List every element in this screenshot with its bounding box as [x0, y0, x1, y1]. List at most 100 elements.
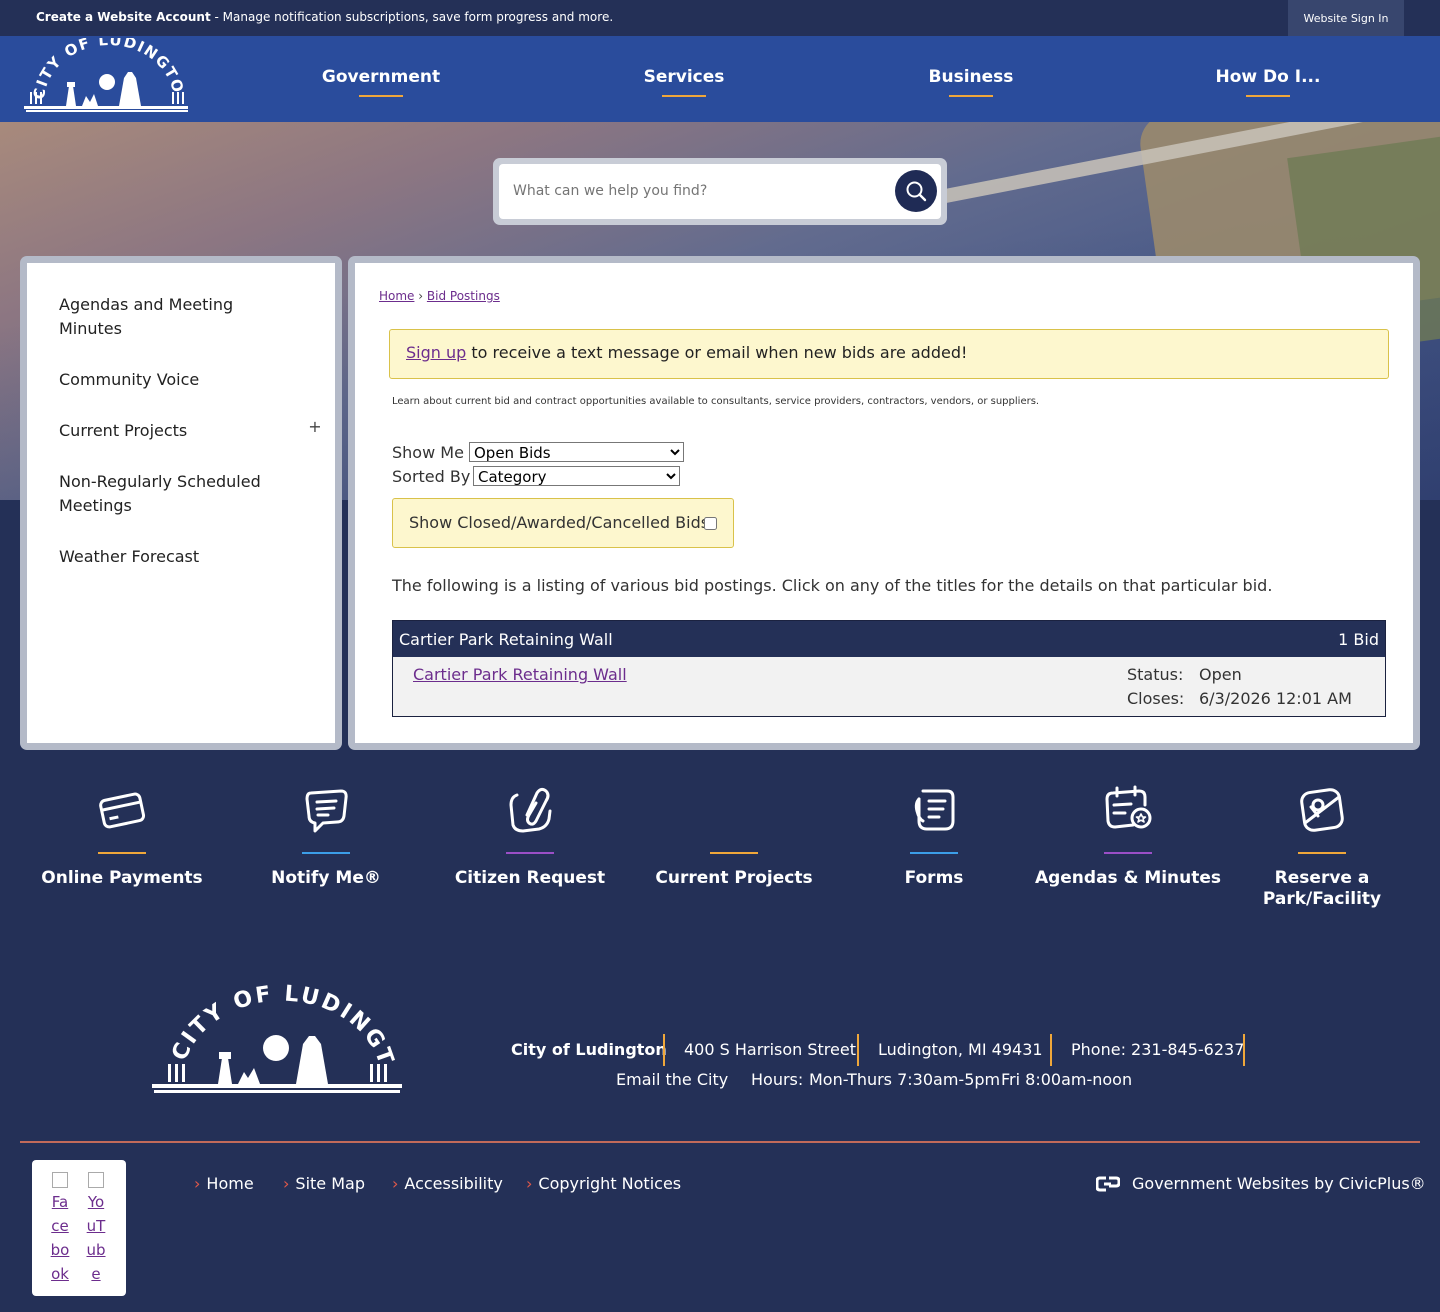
footer-hours-weekday: Mon-Thurs 7:30am-5pm — [809, 1070, 1001, 1089]
quick-link-agendas-minutes[interactable]: Agendas & Minutes — [1028, 784, 1228, 889]
footer-link-label[interactable]: Copyright Notices — [538, 1174, 681, 1193]
create-account-title[interactable]: Create a Website Account — [36, 10, 211, 24]
quick-link-online-payments[interactable]: Online Payments — [22, 784, 222, 889]
nav-business[interactable]: Business — [918, 36, 1024, 122]
bid-count: 1 Bid — [1338, 630, 1379, 649]
quick-link-forms[interactable]: Forms — [834, 784, 1034, 889]
footer-link-accessibility[interactable]: › Accessibility — [392, 1174, 503, 1193]
chevron-right-icon: › — [526, 1174, 533, 1193]
footer-link-label[interactable]: Accessibility — [404, 1174, 502, 1193]
chevron-right-icon: › — [194, 1174, 201, 1193]
show-me-label: Show Me — [392, 443, 464, 462]
breadcrumb-home[interactable]: Home — [379, 289, 414, 303]
footer-city-logo: CITY OF LUDINGTON — [150, 980, 402, 1093]
sorted-by-label: Sorted By — [392, 467, 471, 486]
quick-link-label[interactable]: Forms — [905, 868, 964, 889]
search-container — [493, 158, 947, 225]
footer-link-copyright[interactable]: › Copyright Notices — [526, 1174, 681, 1193]
youtube-label-part[interactable]: e — [91, 1265, 100, 1283]
footer-link-label[interactable]: Site Map — [295, 1174, 365, 1193]
bid-title-link[interactable]: Cartier Park Retaining Wall — [413, 665, 627, 684]
facebook-label-part[interactable]: ce — [51, 1217, 68, 1235]
youtube-label-part[interactable]: uT — [87, 1217, 106, 1235]
search-box — [499, 164, 941, 219]
nav-services[interactable]: Services — [630, 36, 738, 122]
quick-link-label[interactable]: Agendas & Minutes — [1035, 868, 1221, 889]
social-links: Fa ce bo ok Yo uT ub e — [32, 1160, 126, 1296]
footer-link-site-map[interactable]: › Site Map — [283, 1174, 365, 1193]
facebook-icon — [52, 1172, 68, 1188]
bid-table: Cartier Park Retaining Wall 1 Bid Cartie… — [392, 620, 1386, 717]
civicplus-link[interactable]: Government Websites by CivicPlus® — [1096, 1174, 1426, 1193]
side-item-non-regular-meetings[interactable]: Non-Regularly Scheduled Meetings — [59, 470, 289, 518]
map-pin-icon — [1296, 784, 1348, 836]
side-item-agendas[interactable]: Agendas and Meeting Minutes — [59, 293, 289, 341]
nav-how-do-i-label[interactable]: How Do I... — [1216, 67, 1321, 87]
quick-link-label[interactable]: Citizen Request — [455, 868, 605, 889]
quick-link-notify-me[interactable]: Notify Me® — [226, 784, 426, 889]
youtube-label-part[interactable]: ub — [86, 1241, 105, 1259]
side-item-current-projects[interactable]: Current Projects — [59, 419, 289, 443]
footer-divider — [857, 1034, 859, 1066]
main-content: Home › Bid Postings Sign up to receive a… — [355, 263, 1413, 743]
side-item-community-voice[interactable]: Community Voice — [59, 368, 289, 392]
status-label: Status: — [1127, 665, 1184, 684]
facebook-label-part[interactable]: ok — [51, 1265, 69, 1283]
site-header: CITY OF LUDINGTON Government Services Bu… — [0, 36, 1440, 122]
facebook-label-part[interactable]: Fa — [52, 1193, 68, 1211]
footer-email-link[interactable]: Email the City — [616, 1070, 728, 1089]
show-closed-checkbox[interactable] — [704, 517, 717, 530]
nav-business-label[interactable]: Business — [929, 67, 1014, 87]
quick-link-current-projects[interactable]: Current Projects — [634, 784, 834, 889]
status-value: Open — [1199, 665, 1242, 684]
bid-category-title: Cartier Park Retaining Wall — [399, 630, 613, 649]
footer-hours-label: Hours: — [751, 1070, 804, 1089]
footer-phone: Phone: 231-845-6237 — [1071, 1040, 1245, 1059]
footer-rule — [20, 1141, 1420, 1143]
search-button[interactable] — [895, 170, 937, 212]
footer-divider — [663, 1034, 665, 1066]
quick-link-citizen-request[interactable]: Citizen Request — [430, 784, 630, 889]
breadcrumb-bid-postings[interactable]: Bid Postings — [427, 289, 500, 303]
sorted-by-select[interactable]: Category — [473, 466, 680, 486]
quick-link-label[interactable]: Reserve a Park/Facility — [1247, 868, 1397, 910]
youtube-label-part[interactable]: Yo — [88, 1193, 104, 1211]
city-logo[interactable]: CITY OF LUDINGTON — [24, 38, 192, 118]
quick-link-label[interactable]: Online Payments — [41, 868, 202, 889]
footer-link-label[interactable]: Home — [206, 1174, 253, 1193]
quick-link-underline — [1104, 852, 1152, 854]
nav-services-label[interactable]: Services — [644, 67, 725, 87]
facebook-link[interactable]: Fa ce bo ok — [48, 1172, 72, 1286]
side-menu: Agendas and Meeting Minutes Community Vo… — [27, 263, 335, 743]
chevron-right-icon: › — [392, 1174, 399, 1193]
nav-underline — [949, 95, 993, 97]
show-closed-box: Show Closed/Awarded/Cancelled Bids: — [392, 498, 734, 548]
paperclip-icon — [504, 784, 556, 836]
footer-city-name: City of Ludington — [511, 1040, 667, 1059]
create-account-link[interactable]: Create a Website Account - Manage notifi… — [36, 10, 613, 24]
footer-link-home[interactable]: › Home — [194, 1174, 254, 1193]
quick-link-underline — [910, 852, 958, 854]
quick-link-label[interactable]: Current Projects — [655, 868, 812, 889]
current-projects-icon-placeholder — [708, 784, 760, 836]
bid-category-header: Cartier Park Retaining Wall 1 Bid — [393, 621, 1385, 657]
nav-how-do-i[interactable]: How Do I... — [1210, 36, 1326, 122]
expand-icon[interactable]: + — [307, 417, 323, 436]
bid-row: Cartier Park Retaining Wall Status: Open… — [393, 657, 1385, 716]
facebook-label-part[interactable]: bo — [51, 1241, 70, 1259]
side-item-weather[interactable]: Weather Forecast — [59, 545, 289, 569]
quick-link-reserve-park[interactable]: Reserve a Park/Facility — [1222, 784, 1422, 910]
website-sign-in-button[interactable]: Website Sign In — [1288, 0, 1404, 36]
civicplus-label[interactable]: Government Websites by CivicPlus® — [1132, 1174, 1426, 1193]
nav-government-label[interactable]: Government — [322, 67, 440, 87]
search-input[interactable] — [513, 176, 873, 206]
signup-link[interactable]: Sign up — [406, 343, 466, 362]
quick-link-underline — [710, 852, 758, 854]
nav-government[interactable]: Government — [320, 36, 442, 122]
show-me-select[interactable]: Open Bids — [469, 442, 684, 462]
show-closed-label: Show Closed/Awarded/Cancelled Bids: — [409, 513, 715, 532]
quick-link-underline — [302, 852, 350, 854]
youtube-link[interactable]: Yo uT ub e — [84, 1172, 108, 1286]
quick-link-label[interactable]: Notify Me® — [271, 868, 381, 889]
footer-address: 400 S Harrison Street — [684, 1040, 856, 1059]
